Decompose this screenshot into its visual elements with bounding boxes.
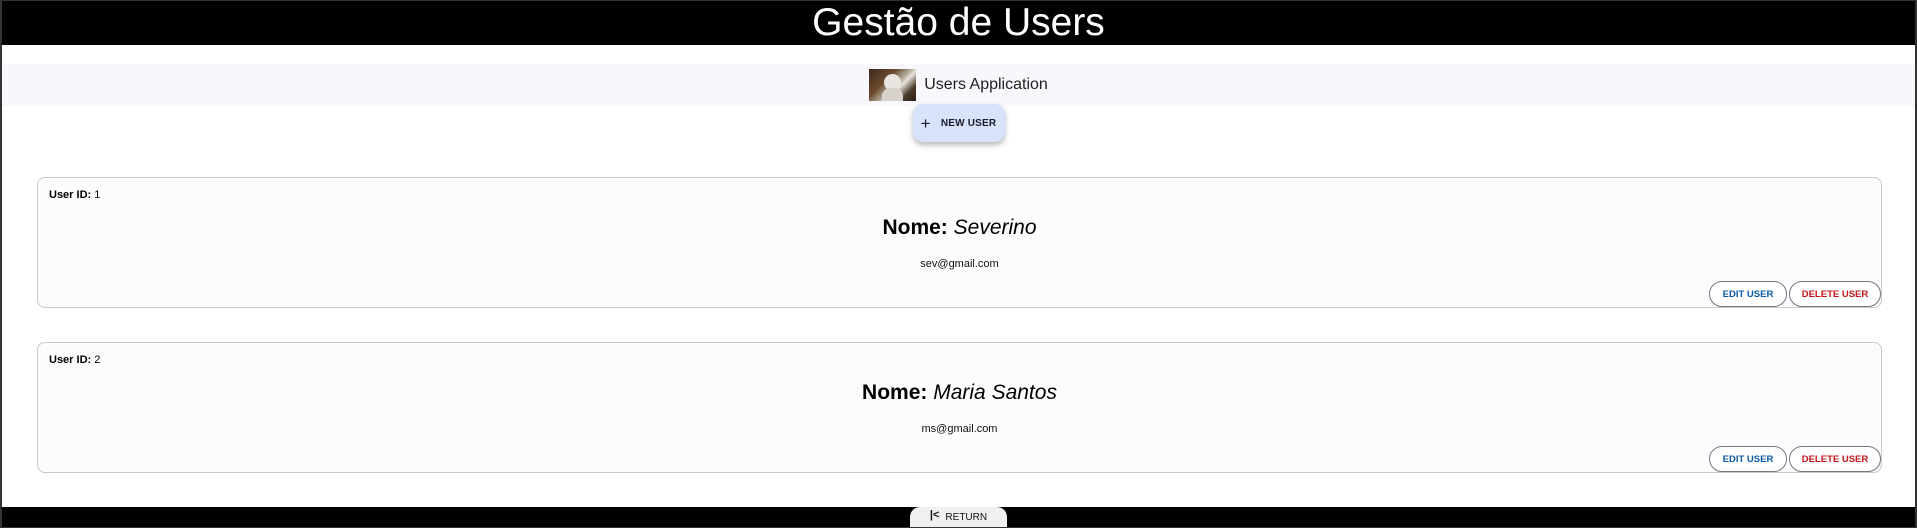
delete-user-button[interactable]: DELETE USER (1789, 446, 1881, 472)
new-user-button[interactable]: + NEW USER (912, 104, 1005, 142)
delete-user-button[interactable]: DELETE USER (1789, 281, 1881, 307)
user-card: User ID: 2 Nome: Maria Santos ms@gmail.c… (37, 342, 1882, 473)
user-email: ms@gmail.com (921, 423, 998, 435)
card-actions: EDIT USER DELETE USER (1707, 281, 1881, 307)
user-name: Nome: Maria Santos (38, 381, 1881, 405)
app-window: Gestão de Users Users Application + NEW … (0, 0, 1917, 528)
user-name: Nome: Severino (38, 216, 1881, 240)
card-actions: EDIT USER DELETE USER (1707, 446, 1881, 472)
user-card: User ID: 1 Nome: Severino sev@gmail.com … (37, 177, 1882, 308)
users-list: User ID: 1 Nome: Severino sev@gmail.com … (37, 177, 1882, 507)
user-id: User ID: 1 (49, 189, 100, 201)
user-name-value: Severino (953, 216, 1037, 239)
new-user-container: + NEW USER (2, 104, 1915, 144)
user-name-value: Maria Santos (933, 381, 1057, 404)
user-email: sev@gmail.com (920, 258, 999, 270)
app-name: Users Application (924, 76, 1048, 93)
robot-avatar-icon (869, 69, 917, 101)
user-name-label: Nome: (862, 381, 928, 404)
page-header: Gestão de Users (2, 1, 1915, 45)
user-id: User ID: 2 (49, 354, 100, 366)
edit-user-button[interactable]: EDIT USER (1709, 281, 1787, 307)
return-label: RETURN (945, 511, 988, 523)
skip-back-icon: |< (929, 509, 940, 521)
user-name-label: Nome: (882, 216, 948, 239)
return-button[interactable]: |< RETURN (910, 507, 1007, 527)
user-id-value: 1 (94, 189, 101, 201)
user-id-label: User ID: (49, 189, 92, 201)
page-title: Gestão de Users (812, 1, 1105, 44)
new-user-label: NEW USER (940, 117, 997, 129)
app-bar: Users Application (2, 64, 1915, 106)
user-id-value: 2 (94, 354, 101, 366)
plus-icon: + (920, 113, 931, 133)
edit-user-button[interactable]: EDIT USER (1709, 446, 1787, 472)
user-id-label: User ID: (49, 354, 92, 366)
